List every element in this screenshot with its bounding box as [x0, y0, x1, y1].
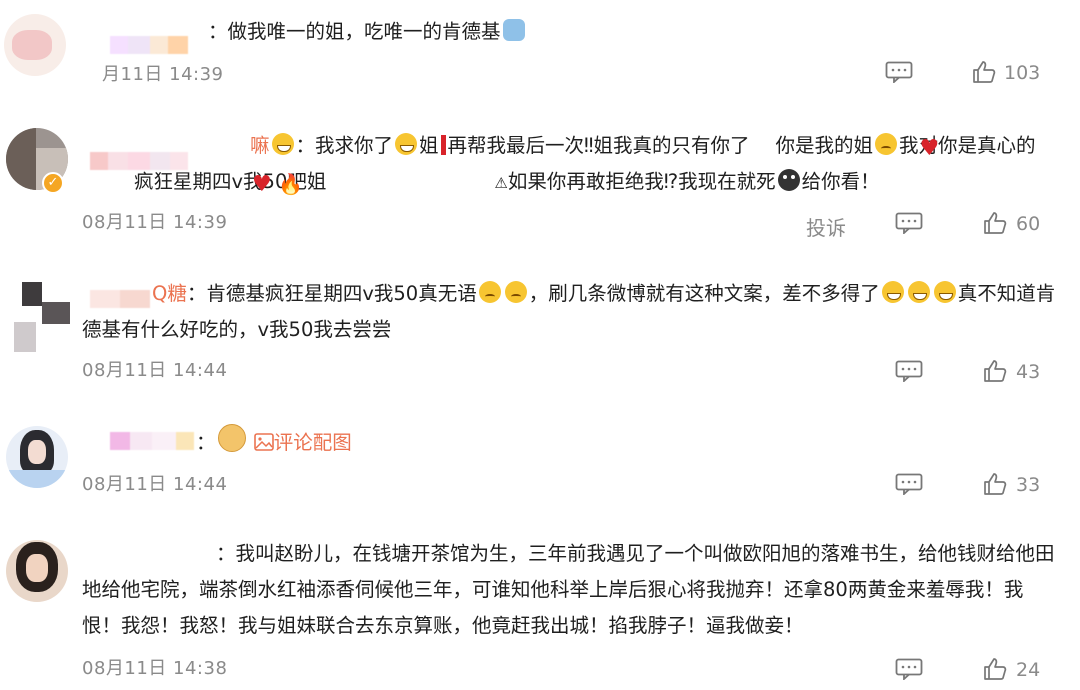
like-count: 103: [1004, 62, 1041, 84]
emoji-icon: [502, 19, 525, 41]
comment-text: 嘛：我求你了姐再帮我最后一次‼姐我真的只有你了 ♥你是我的姐 我对你是真心的♥ 🔥疯狂…: [82, 128, 1060, 201]
like-icon[interactable]: [983, 657, 1007, 681]
comment-time: 08月11日 14:38: [82, 658, 228, 679]
skull-icon: [777, 169, 800, 191]
like-icon[interactable]: [983, 359, 1007, 383]
fire-icon: 🔥: [278, 172, 303, 196]
emoji-icon: [875, 133, 898, 155]
emoji-icon: [395, 133, 418, 155]
emoji-icon: [271, 133, 294, 155]
reply-icon[interactable]: [895, 473, 923, 495]
comment-text: ：我叫赵盼儿，在钱塘开茶馆为生，三年前我遇见了一个叫做欧阳旭的落难书生，给他钱财…: [82, 542, 1055, 637]
broken-heart-icon: ♥: [919, 136, 940, 161]
comment-1: ：做我唯一的姐，吃唯一的肯德基 月11日 14:39 103: [0, 0, 1080, 110]
comment-text: ：做我唯一的姐，吃唯一的肯德基: [208, 14, 1060, 50]
like-icon[interactable]: [983, 472, 1007, 496]
like-icon[interactable]: [972, 60, 996, 84]
image-icon: [253, 433, 274, 451]
reply-icon[interactable]: [895, 360, 923, 382]
exclamation-icon: [440, 135, 446, 155]
comment-time: 月11日 14:39: [102, 64, 224, 85]
emoji-icon: [933, 281, 956, 303]
username-blurred[interactable]: [110, 36, 210, 54]
avatar[interactable]: [6, 426, 68, 488]
avatar[interactable]: [14, 282, 70, 352]
emoji-icon: [907, 281, 930, 303]
comment-4: ： 评论配图 08月11日 14:44 33: [0, 410, 1080, 520]
avatar[interactable]: [6, 540, 68, 602]
doge-emoji-icon: [217, 424, 246, 452]
comment-time: 08月11日 14:44: [82, 360, 228, 381]
comment-time: 08月11日 14:44: [82, 474, 228, 495]
warning-icon: ⚠: [494, 174, 508, 192]
reply-icon[interactable]: [895, 212, 923, 234]
heart-icon: ♥: [252, 172, 272, 197]
comment-text: ： 评论配图: [196, 424, 1060, 461]
like-icon[interactable]: [983, 211, 1007, 235]
report-button[interactable]: 投诉: [806, 212, 846, 241]
like-count: 24: [1016, 659, 1041, 681]
like-count: 33: [1016, 474, 1041, 496]
emoji-icon: [504, 281, 527, 303]
comment-text: Q糖：肯德基疯狂星期四v我50真无语 ，刷几条微博就有这种文案，差不多得了 真不知道…: [82, 281, 1056, 341]
comment-3: Q糖：肯德基疯狂星期四v我50真无语 ，刷几条微博就有这种文案，差不多得了 真不知道…: [0, 260, 1080, 410]
username-blurred[interactable]: [110, 432, 200, 450]
comment-image-link[interactable]: 评论配图: [253, 431, 352, 454]
comment-2: ✓ 嘛：我求你了姐再帮我最后一次‼姐我真的只有你了 ♥你是我的姐 我对你是真心的♥ 🔥…: [0, 110, 1080, 260]
verified-icon: ✓: [42, 172, 64, 194]
comment-5: ：我叫赵盼儿，在钱塘开茶馆为生，三年前我遇见了一个叫做欧阳旭的落难书生，给他钱财…: [0, 520, 1080, 690]
emoji-icon: [478, 281, 501, 303]
like-count: 43: [1016, 361, 1041, 383]
avatar[interactable]: [4, 14, 66, 76]
like-count: 60: [1016, 213, 1041, 235]
reply-icon[interactable]: [895, 658, 923, 680]
comment-time: 08月11日 14:39: [82, 212, 228, 233]
reply-icon[interactable]: [885, 61, 913, 83]
emoji-icon: [881, 281, 904, 303]
